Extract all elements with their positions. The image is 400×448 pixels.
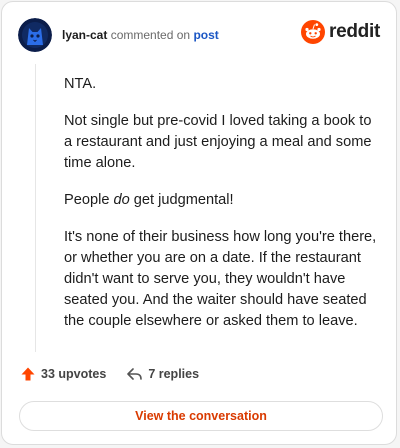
comment-actions: 33 upvotes 7 replies <box>20 366 199 382</box>
thread-line[interactable] <box>35 64 36 352</box>
replies-button[interactable]: 7 replies <box>126 366 199 382</box>
comment-paragraph: NTA. <box>64 76 97 92</box>
reply-arrow-icon <box>127 368 143 380</box>
view-conversation-button[interactable]: View the conversation <box>19 401 383 431</box>
reply-count: 7 replies <box>148 367 200 381</box>
brand-name: reddit <box>329 21 380 42</box>
user-avatar[interactable] <box>18 18 52 52</box>
comment-paragraph: It's none of their business how long you… <box>64 229 377 329</box>
emphasis-text: do <box>113 192 130 208</box>
meta-action-text: commented on <box>110 28 191 42</box>
upvote-button[interactable]: 33 upvotes <box>20 366 106 382</box>
username[interactable]: lyan-cat <box>62 28 107 42</box>
post-link[interactable]: post <box>193 28 218 42</box>
comment-paragraph: People do get judgmental! <box>64 190 378 211</box>
cat-avatar-icon <box>18 18 52 52</box>
comment-meta: lyan-cat commented on post <box>62 28 219 42</box>
reddit-logo[interactable]: reddit <box>301 20 380 44</box>
comment-paragraph: Not single but pre-covid I loved taking … <box>64 113 372 171</box>
upvote-arrow-icon <box>21 367 35 381</box>
upvote-count: 33 upvotes <box>41 367 107 381</box>
embed-card: lyan-cat commented on post reddit NTA. N… <box>1 1 397 445</box>
comment-body: NTA. Not single but pre-covid I loved ta… <box>64 74 378 348</box>
comment-text: People <box>64 192 114 208</box>
comment-header: lyan-cat commented on post reddit <box>18 18 380 52</box>
reddit-snoo-icon <box>301 20 326 44</box>
comment-text: get judgmental! <box>129 192 234 208</box>
